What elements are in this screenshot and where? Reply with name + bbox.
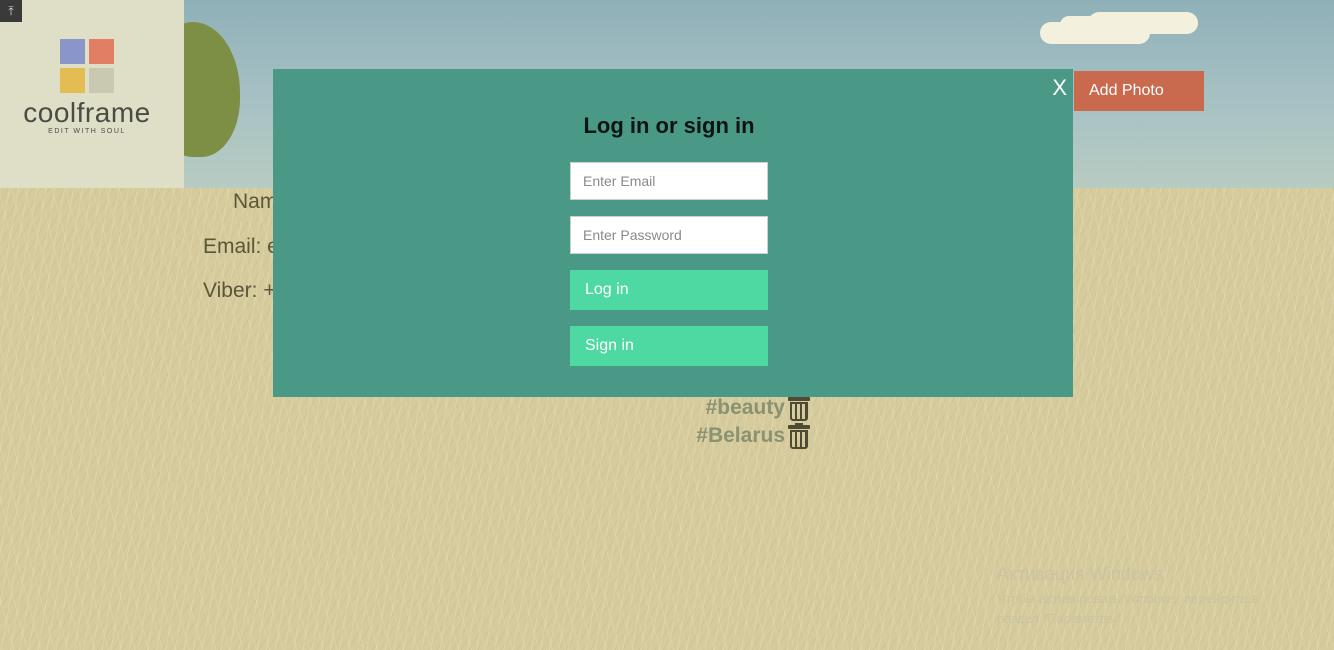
password-field[interactable] [570,216,768,254]
add-photo-button[interactable]: Add Photo [1074,71,1204,111]
modal-title: Log in or sign in [583,113,755,138]
tag-text[interactable]: #Belarus [696,424,785,448]
cloud [1040,22,1150,44]
login-button[interactable]: Log in [570,270,768,310]
logo-text: coolframe [23,97,151,128]
tag-item: #Belarus [670,422,810,450]
watermark-title: Активация Windows [997,564,1163,584]
logo-square-yellow [60,68,85,93]
tag-item: #beauty [670,394,810,422]
login-modal: X Log in or sign in Log in Sign in [273,69,1073,397]
tag-text[interactable]: #beauty [706,396,785,420]
profile-name: Nam [233,190,278,213]
trash-icon[interactable] [788,423,810,449]
signin-button[interactable]: Sign in [570,326,768,366]
logo-squares-icon [60,39,116,95]
profile-viber: Viber: + [203,279,276,302]
logo-tagline: EDIT WITH SOUL [48,128,126,135]
tag-list: #beauty #Belarus [670,394,810,450]
windows-activation-watermark: Активация Windows Чтобы активировать Win… [997,564,1317,629]
logo-square-blue [60,39,85,64]
watermark-subtitle-1: Чтобы активировать Windows, перейдите в [997,591,1259,606]
email-field[interactable] [570,162,768,200]
profile-email: Email: e [203,235,279,258]
trash-icon[interactable] [788,395,810,421]
logo-square-grey [89,68,114,93]
logo[interactable]: coolframe EDIT WITH SOUL [0,0,184,188]
upload-icon[interactable]: ⤒ [0,0,22,22]
close-button[interactable]: X [1052,75,1067,101]
logo-square-red [89,39,114,64]
watermark-subtitle-2: раздел "Параметры". [997,611,1125,626]
